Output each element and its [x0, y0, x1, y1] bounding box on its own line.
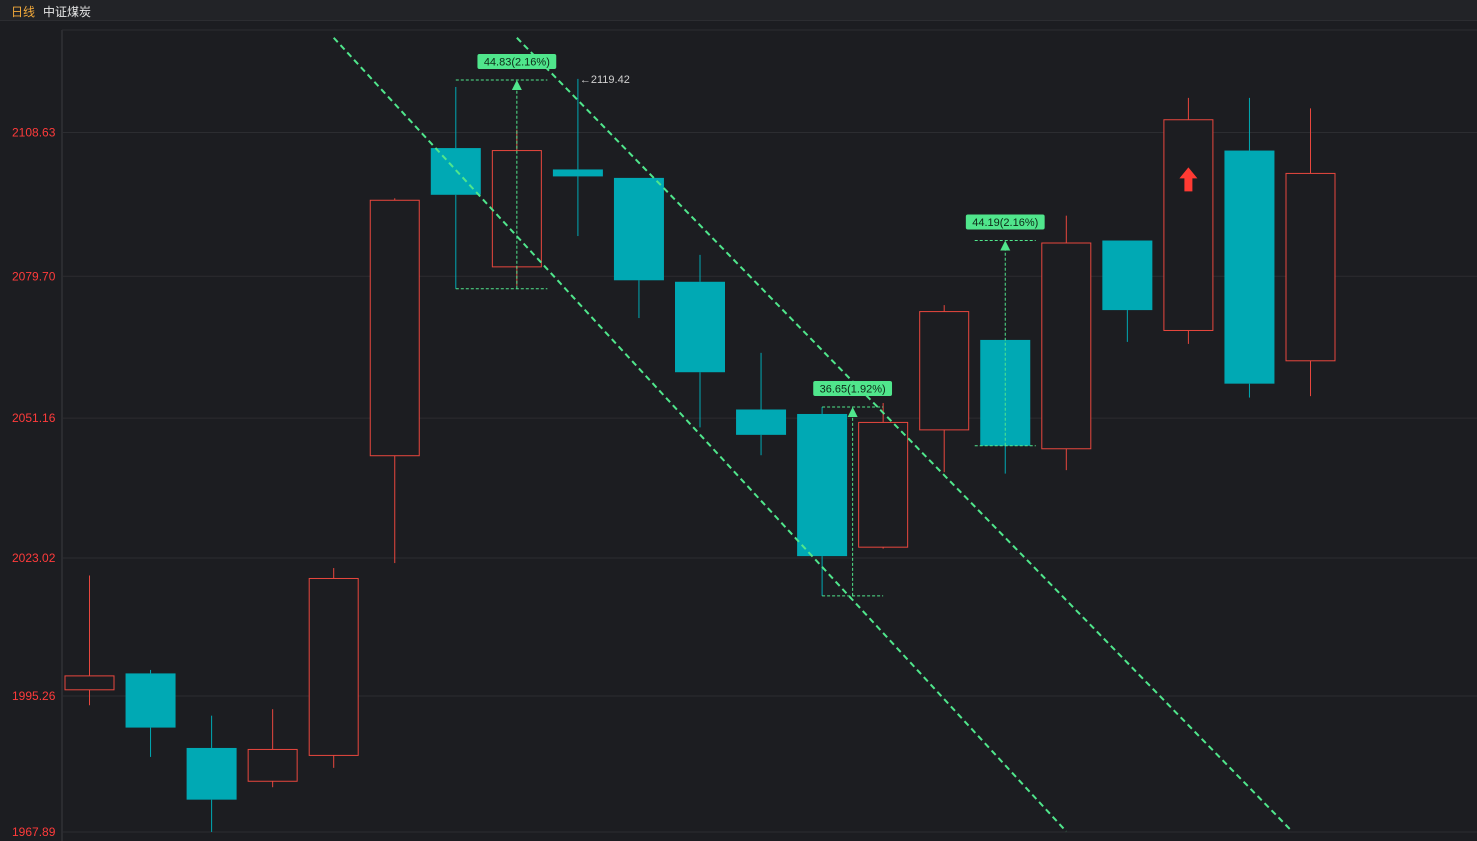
candle	[919, 305, 970, 473]
measure-label: 36.65(1.92%)	[820, 384, 886, 396]
candle-body	[308, 577, 359, 756]
candle	[552, 78, 603, 237]
measure-label: 44.19(2.16%)	[972, 217, 1038, 229]
y-tick-label: 2051.16	[12, 411, 56, 425]
candle-body	[64, 675, 115, 691]
candle-body	[797, 413, 848, 557]
candle	[736, 352, 787, 456]
candles	[64, 78, 1336, 832]
candle	[1163, 97, 1214, 344]
candle-body	[552, 169, 603, 177]
measure-label: 44.83(2.16%)	[484, 56, 550, 68]
candle-body	[1285, 172, 1336, 362]
candle-body	[1224, 150, 1275, 384]
high-price-marker: ←2119.42	[580, 74, 630, 86]
candle	[64, 575, 115, 706]
candle-body	[1041, 242, 1092, 450]
candle	[675, 254, 725, 428]
candle-body	[247, 748, 298, 782]
candle	[186, 715, 237, 832]
y-tick-label: 1967.89	[12, 825, 56, 839]
candle-body	[675, 281, 725, 373]
y-tick-label: 2023.02	[12, 551, 56, 565]
y-tick-label: 2108.63	[12, 126, 56, 140]
candle	[613, 177, 664, 319]
candlestick-chart[interactable]: 2108.63 2079.70 2051.16 2023.02 1995.26 1967.…	[0, 0, 1477, 841]
candle-body	[613, 177, 664, 281]
candle-body	[736, 409, 787, 435]
candle-body	[369, 199, 420, 457]
candle-body	[858, 421, 909, 548]
candle	[308, 568, 359, 768]
y-axis-ticks: 2108.63 2079.70 2051.16 2023.02 1995.26 1967.…	[12, 126, 56, 839]
candle	[858, 403, 909, 549]
candle	[125, 669, 176, 757]
measure-arrow-icon	[511, 79, 522, 90]
candle	[247, 709, 298, 788]
y-tick-label: 1995.26	[12, 689, 56, 703]
candle-body	[1102, 240, 1153, 311]
candle-body	[919, 311, 970, 431]
candle-body	[125, 673, 176, 728]
candle	[369, 198, 420, 564]
candle	[1102, 240, 1153, 342]
measure-arrow-icon	[847, 407, 858, 418]
measure-arrow-icon	[1000, 240, 1011, 251]
candle	[1285, 108, 1336, 397]
channel-line	[332, 37, 1068, 833]
candle	[1041, 215, 1092, 471]
candle	[1224, 97, 1275, 398]
y-tick-label: 2079.70	[12, 269, 56, 283]
candle-body	[186, 747, 237, 800]
candle-body	[1163, 119, 1214, 331]
